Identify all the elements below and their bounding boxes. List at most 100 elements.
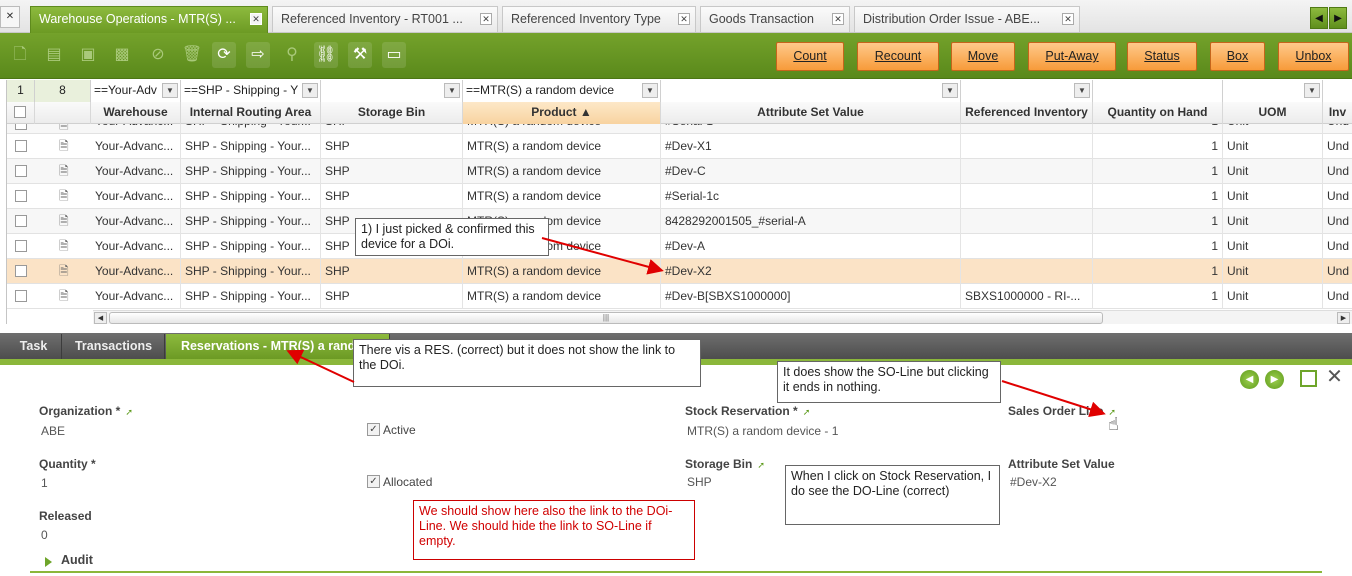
move-button[interactable]: Move [951,42,1015,71]
table-row[interactable]: 🗎 Your-Advanc... SHP - Shipping - Your... S… [7,234,1352,259]
close-form-icon[interactable]: ✕ [1325,367,1344,388]
tab-goods-transaction[interactable]: Goods Transaction ✕ [700,6,850,32]
tab-referenced-inventory-type[interactable]: Referenced Inventory Type ✕ [502,6,696,32]
select-all-cell[interactable] [7,102,35,124]
header-warehouse[interactable]: Warehouse [91,102,181,124]
cancel-icon[interactable]: ⊘ [146,42,170,68]
document-icon[interactable]: 🗎 [59,164,70,178]
select-all-checkbox[interactable] [14,106,26,118]
document-icon[interactable]: 🗎 [59,124,70,132]
save-close-icon[interactable]: ▩ [110,42,134,68]
save-icon[interactable]: ▣ [76,42,100,68]
document-icon[interactable]: 🗎 [59,239,70,253]
close-icon[interactable]: ✕ [832,13,844,25]
document-icon[interactable]: 🗎 [59,264,70,278]
table-row[interactable]: 🗎 Your-Advanc... SHP - Shipping - Your... S… [7,134,1352,159]
previous-record-icon[interactable]: ◀ [1240,370,1259,389]
organization-value[interactable]: ABE [41,424,65,438]
new-document-icon[interactable]: 🗋 [8,42,32,68]
header-product[interactable]: Product ▲ [463,102,661,124]
close-icon[interactable]: ✕ [678,13,690,25]
routing-filter[interactable]: ==SHP - Shipping - Y ▼ [181,80,321,102]
row-checkbox[interactable] [15,240,27,252]
close-all-tabs-button[interactable]: ✕ [0,6,20,28]
table-row[interactable]: 🗎 Your-Advanc... SHP - Shipping - Your... S… [7,259,1352,284]
quantity-value[interactable]: 1 [41,476,48,490]
document-icon[interactable]: 🗎 [59,189,70,203]
stock-reservation-value[interactable]: MTR(S) a random device - 1 [687,424,838,438]
tab-distribution-order-issue[interactable]: Distribution Order Issue - ABE... ✕ [854,6,1080,32]
recount-button[interactable]: Recount [857,42,939,71]
chevron-down-icon[interactable]: ▼ [162,83,178,98]
row-checkbox[interactable] [15,140,27,152]
warehouse-filter[interactable]: ==Your-Adv ▼ [91,80,181,102]
tab-scroll-left-icon[interactable]: ◀ [1310,7,1328,29]
audit-section-toggle[interactable]: Audit [61,553,93,567]
inv-filter[interactable] [1323,80,1352,102]
attachment-icon[interactable]: ⚲ [280,42,304,68]
attribute-set-value[interactable]: #Dev-X2 [1010,475,1057,489]
expand-triangle-icon[interactable] [45,557,52,567]
scrollbar-thumb[interactable]: ||| [109,312,1103,324]
count-button[interactable]: Count [776,42,844,71]
row-checkbox[interactable] [15,290,27,302]
scroll-left-icon[interactable]: ◀ [94,312,107,324]
document-icon[interactable]: 🗎 [59,214,70,228]
close-icon[interactable]: ✕ [480,13,492,25]
attribute-filter[interactable]: ▼ [661,80,961,102]
row-checkbox[interactable] [15,265,27,277]
refresh-icon[interactable]: ⟳ [212,42,236,68]
linked-items-icon[interactable]: ⚒ [348,42,372,68]
table-row[interactable]: 🗎 Your-Advanc... SHP - Shipping - Your... S… [7,159,1352,184]
product-filter[interactable]: ==MTR(S) a random device ▼ [463,80,661,102]
header-referenced-inventory[interactable]: Referenced Inventory [961,102,1093,124]
storage-bin-value[interactable]: SHP [687,475,712,489]
tab-warehouse-operations[interactable]: Warehouse Operations - MTR(S) ... ✕ [30,6,268,33]
tab-task[interactable]: Task [6,334,62,359]
put-away-button[interactable]: Put-Away [1028,42,1116,71]
new-row-icon[interactable]: ▤ [42,42,66,68]
tab-transactions[interactable]: Transactions [63,334,165,359]
header-uom[interactable]: UOM [1223,102,1323,124]
header-routing-area[interactable]: Internal Routing Area [181,102,321,124]
tab-scroll-right-icon[interactable]: ▶ [1329,7,1347,29]
scroll-right-icon[interactable]: ▶ [1337,312,1350,324]
header-storage-bin[interactable]: Storage Bin [321,102,463,124]
table-row[interactable]: 🗎 Your-Advanc... SHP - Shipping - Your..… [7,124,1352,134]
close-icon[interactable]: ✕ [250,13,262,25]
ref-inventory-filter[interactable]: ▼ [961,80,1093,102]
active-checkbox[interactable]: ✓ [367,423,380,436]
delete-icon[interactable]: 🗑 [180,42,204,68]
unbox-button[interactable]: Unbox [1278,42,1349,71]
link-arrow-icon[interactable]: ➚ [803,408,811,417]
chevron-down-icon[interactable]: ▼ [302,83,318,98]
chevron-down-icon[interactable]: ▼ [1304,83,1320,98]
link-arrow-icon[interactable]: ➚ [757,461,765,470]
chevron-down-icon[interactable]: ▼ [642,83,658,98]
tab-referenced-inventory[interactable]: Referenced Inventory - RT001 ... ✕ [272,6,498,32]
qty-filter[interactable] [1093,80,1223,102]
chevron-down-icon[interactable]: ▼ [1074,83,1090,98]
document-icon[interactable]: 🗎 [59,139,70,153]
header-quantity[interactable]: Quantity on Hand [1093,102,1223,124]
table-row[interactable]: 🗎 Your-Advanc... SHP - Shipping - Your... S… [7,284,1352,309]
status-button[interactable]: Status [1127,42,1197,71]
header-inv[interactable]: Inv [1323,102,1352,124]
box-button[interactable]: Box [1210,42,1265,71]
chevron-down-icon[interactable]: ▼ [942,83,958,98]
export-icon[interactable]: ⇨ [246,42,270,68]
link-icon[interactable]: ⛓ [314,42,338,68]
horizontal-scrollbar[interactable]: ◀ ||| ▶ [93,310,1352,324]
allocated-checkbox[interactable]: ✓ [367,475,380,488]
maximize-icon[interactable] [1300,370,1317,387]
header-attribute-set[interactable]: Attribute Set Value [661,102,961,124]
next-record-icon[interactable]: ▶ [1265,370,1284,389]
link-arrow-icon[interactable]: ➚ [125,408,133,417]
table-row[interactable]: 🗎 Your-Advanc... SHP - Shipping - Your... S… [7,209,1352,234]
close-icon[interactable]: ✕ [1062,13,1074,25]
row-checkbox[interactable] [15,215,27,227]
released-value[interactable]: 0 [41,528,48,542]
grid-form-toggle-icon[interactable]: ▭ [382,42,406,68]
bin-filter[interactable]: ▼ [321,80,463,102]
document-icon[interactable]: 🗎 [59,289,70,303]
